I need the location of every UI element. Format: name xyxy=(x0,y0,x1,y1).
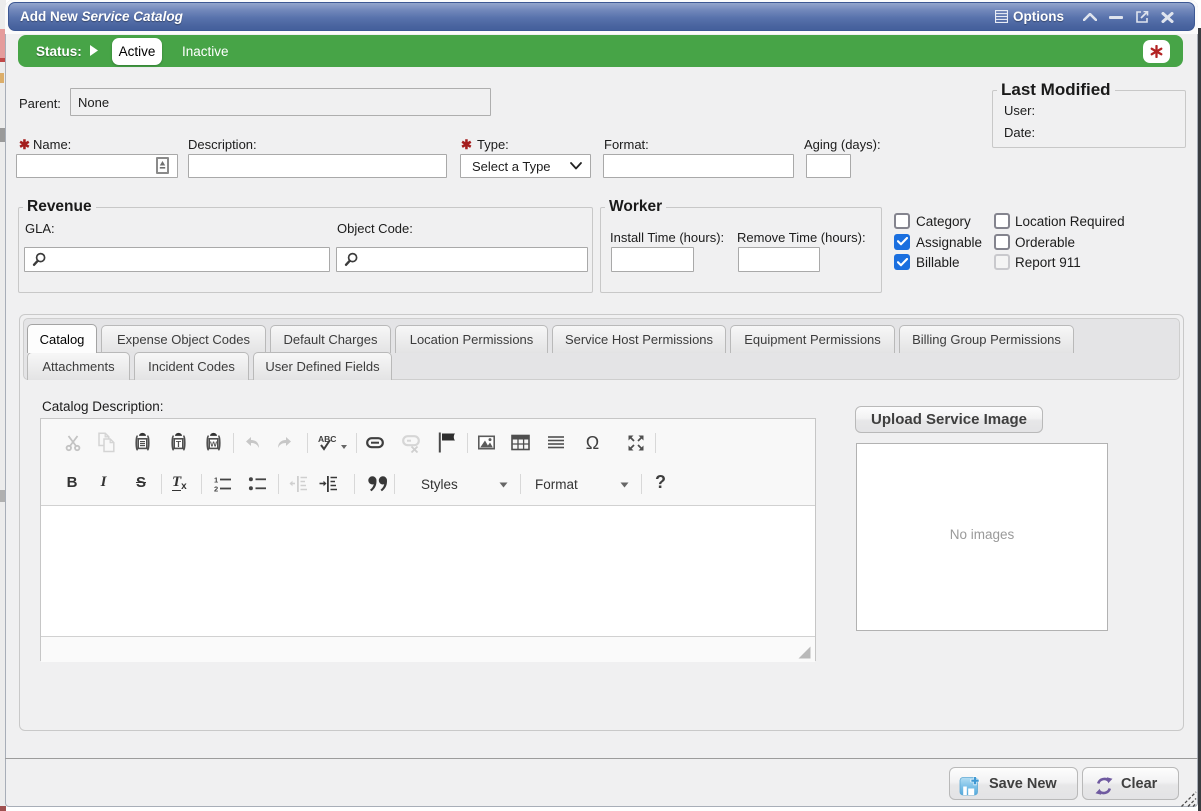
svg-text:2: 2 xyxy=(214,485,218,494)
svg-text:T: T xyxy=(176,439,182,449)
svg-text:W: W xyxy=(210,440,218,449)
svg-text:Ω: Ω xyxy=(586,433,599,453)
svg-text:1: 1 xyxy=(214,476,218,485)
